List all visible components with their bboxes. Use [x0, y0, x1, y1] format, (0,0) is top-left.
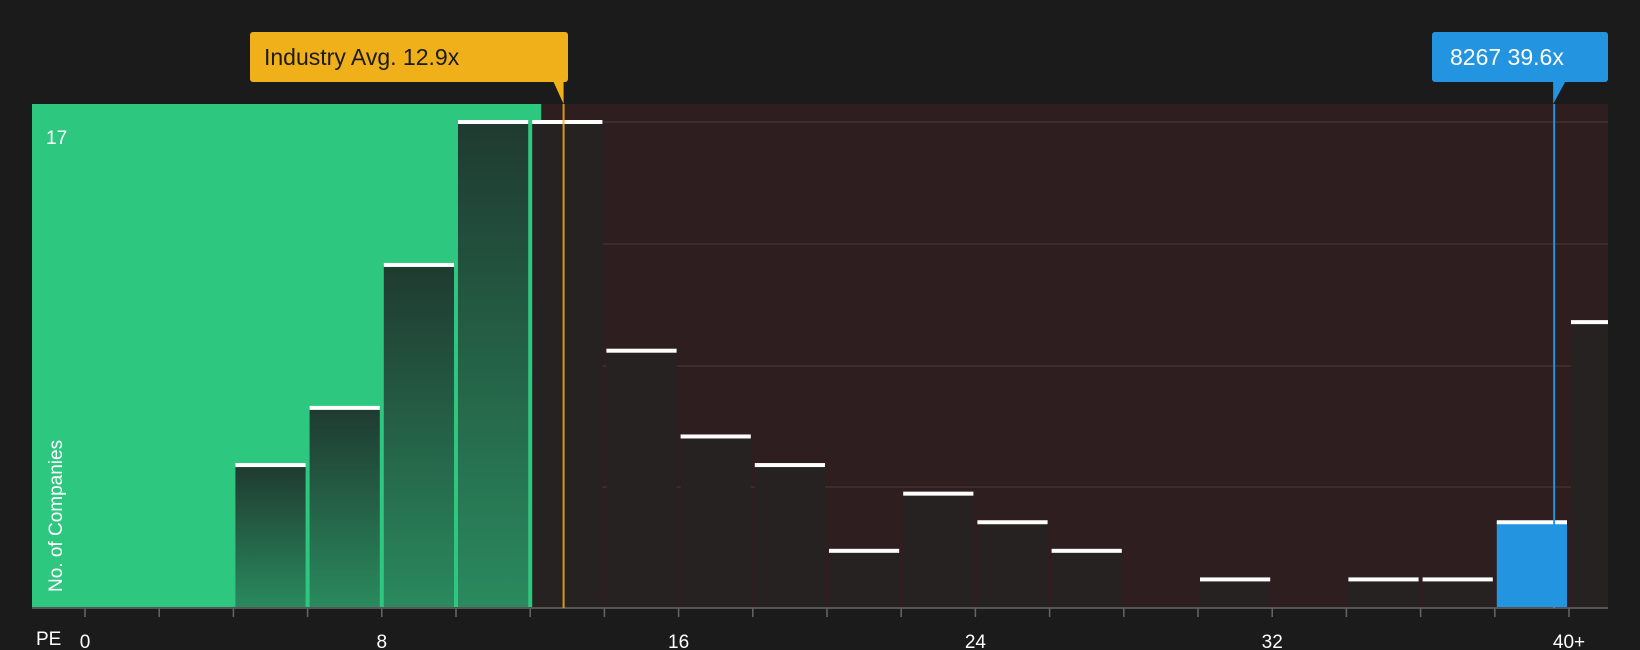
x-axis: 0 8 16 24 32 40+: [32, 607, 1608, 650]
x-tick-label-8: 8: [377, 632, 388, 650]
x-axis-label: PE: [36, 629, 61, 650]
histogram-bar-10: [977, 522, 1048, 608]
bar-top-line-0: [235, 463, 306, 468]
bar-top-line-10: [977, 520, 1048, 525]
histogram-bar-0: [235, 465, 306, 608]
bar-top-line-1: [309, 405, 380, 410]
bar-top-line-12: [1200, 577, 1271, 582]
bar-top-line-15: [1496, 520, 1567, 525]
histogram-bar-12: [1200, 579, 1271, 608]
histogram-bar-16: [1571, 322, 1608, 608]
histogram-bar-15: [1496, 522, 1567, 608]
x-tick-label-24: 24: [965, 632, 987, 650]
bar-top-line-3: [458, 120, 529, 124]
bar-top-line-11: [1051, 548, 1122, 553]
histogram-bar-4: [532, 122, 603, 608]
company-pe-pointer: [1553, 82, 1566, 104]
x-tick-label-32: 32: [1262, 632, 1283, 650]
bar-top-line-7: [754, 463, 825, 468]
histogram-bar-5: [606, 350, 677, 608]
x-tick-label-40+: 40+: [1553, 632, 1585, 650]
histogram-bar-6: [680, 436, 751, 608]
y-axis-label: No. of Companies: [46, 440, 67, 592]
x-tick-label-0: 0: [80, 632, 91, 650]
histogram-bar-7: [754, 465, 825, 608]
histogram-bar-8: [829, 550, 900, 608]
bar-top-line-16: [1571, 320, 1608, 325]
bar-top-line-4: [532, 120, 603, 124]
bar-top-line-5: [606, 348, 677, 353]
histogram-bar-13: [1348, 579, 1419, 608]
bar-top-line-8: [829, 548, 900, 553]
bar-top-line-14: [1422, 577, 1493, 582]
x-tick-label-16: 16: [668, 632, 689, 650]
company-pe-label: 8267 39.6x: [1450, 44, 1564, 70]
histogram-bar-11: [1051, 550, 1122, 608]
industry-avg-pointer: [553, 82, 564, 104]
bar-top-line-9: [903, 491, 974, 496]
industry-avg-label: Industry Avg. 12.9x: [264, 44, 460, 70]
bar-top-line-13: [1348, 577, 1419, 582]
histogram-bar-9: [903, 493, 974, 608]
pe-histogram-chart: 0 8 16 24 32 40+ Industry Avg. 12.9x 8267 39.6…: [32, 32, 1608, 650]
histogram-bar-14: [1422, 579, 1493, 608]
histogram-bar-1: [309, 407, 380, 608]
histogram-bar-2: [383, 264, 454, 608]
bar-top-line-6: [680, 434, 751, 439]
histogram-bar-3: [458, 122, 529, 608]
y-max-label: 17: [46, 128, 67, 149]
bar-top-line-2: [383, 262, 454, 267]
